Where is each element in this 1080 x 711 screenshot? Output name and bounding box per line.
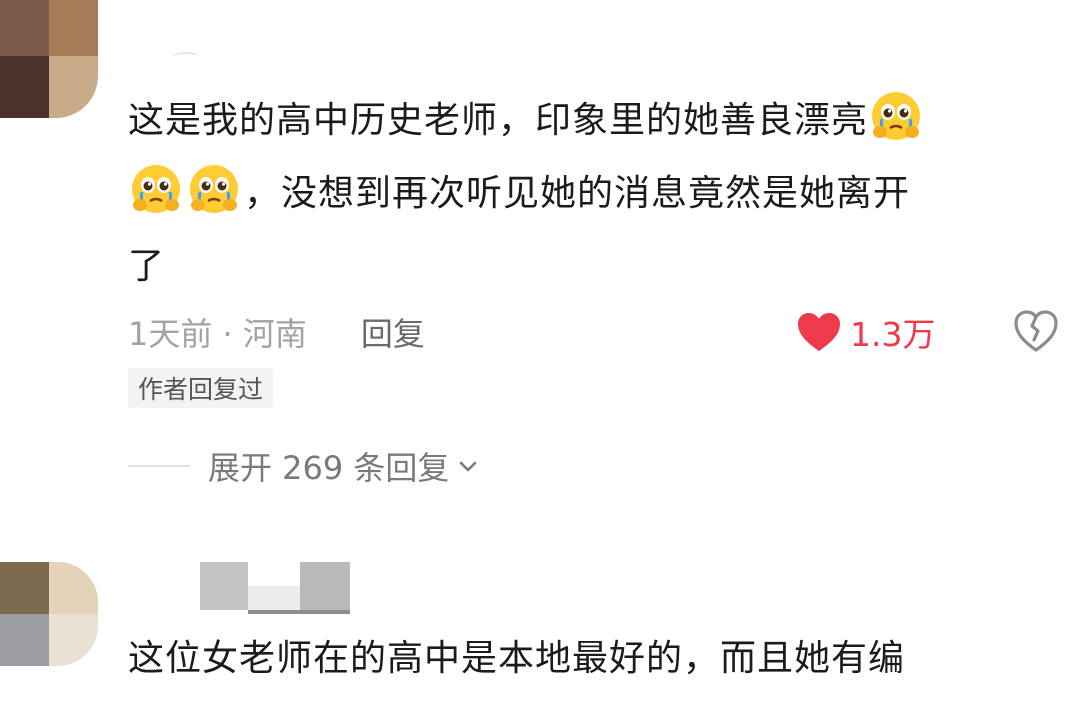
divider [128,465,190,467]
mosaic-tile [248,586,300,610]
comment-time-location: 1天前 · 河南 [128,315,307,353]
mosaic-tile [200,562,248,610]
broken-heart-icon [1014,310,1058,352]
avatar-mosaic-tile [0,0,49,56]
crying-pleading-face-icon [188,163,240,215]
mosaic-tile [300,562,350,610]
crying-pleading-face-icon [130,163,182,215]
comment-line: 这位女老师在的高中是本地最好的，而且她有编 [128,638,906,679]
comment-line: 了 [128,230,1068,303]
avatar-mosaic-tile [49,562,98,614]
author-replied-badge: 作者回复过 [128,368,274,408]
username-mosaic [200,562,350,614]
reply-button[interactable]: 回复 [361,309,425,355]
comment-line: ，没想到再次听见她的消息竟然是她离开 [128,157,1068,230]
crying-pleading-face-icon [870,90,922,142]
heart-icon [798,313,840,351]
comment-body: 这位女老师在的高中是本地最好的，而且她有编 [128,622,1068,695]
expand-replies-button[interactable]: 展开 269 条回复 [208,443,479,489]
expand-replies-label: 展开 269 条回复 [208,449,450,487]
comment-text: 这是我的高中历史老师，印象里的她善良漂亮 [128,100,869,141]
dislike-button[interactable] [1013,309,1059,353]
avatar[interactable] [0,0,98,118]
avatar-mosaic-tile [0,614,49,666]
comment-text: 了 [128,246,166,287]
like-count: 1.3万 [850,315,936,354]
comment-text: ，没想到再次听见她的消息竟然是她离开 [244,173,911,214]
avatar-mosaic-tile [0,56,49,118]
avatar-mosaic-tile [49,0,98,56]
username-placeholder [172,52,200,64]
chevron-down-icon [457,455,479,477]
avatar[interactable] [0,562,98,666]
comment-line: 这是我的高中历史老师，印象里的她善良漂亮 [128,84,1068,157]
avatar-mosaic-tile [0,562,49,614]
mosaic-tile [248,610,350,614]
comment-meta: 1天前 · 河南 回复 [128,306,425,358]
avatar-mosaic-tile [49,614,98,666]
comment-body: 这是我的高中历史老师，印象里的她善良漂亮 ，没想到再次听见她的消息竟然是她离开 … [128,84,1068,303]
avatar-mosaic-tile [49,56,98,118]
like-button[interactable]: 1.3万 [796,306,935,358]
expand-replies-row: 展开 269 条回复 [128,440,479,492]
